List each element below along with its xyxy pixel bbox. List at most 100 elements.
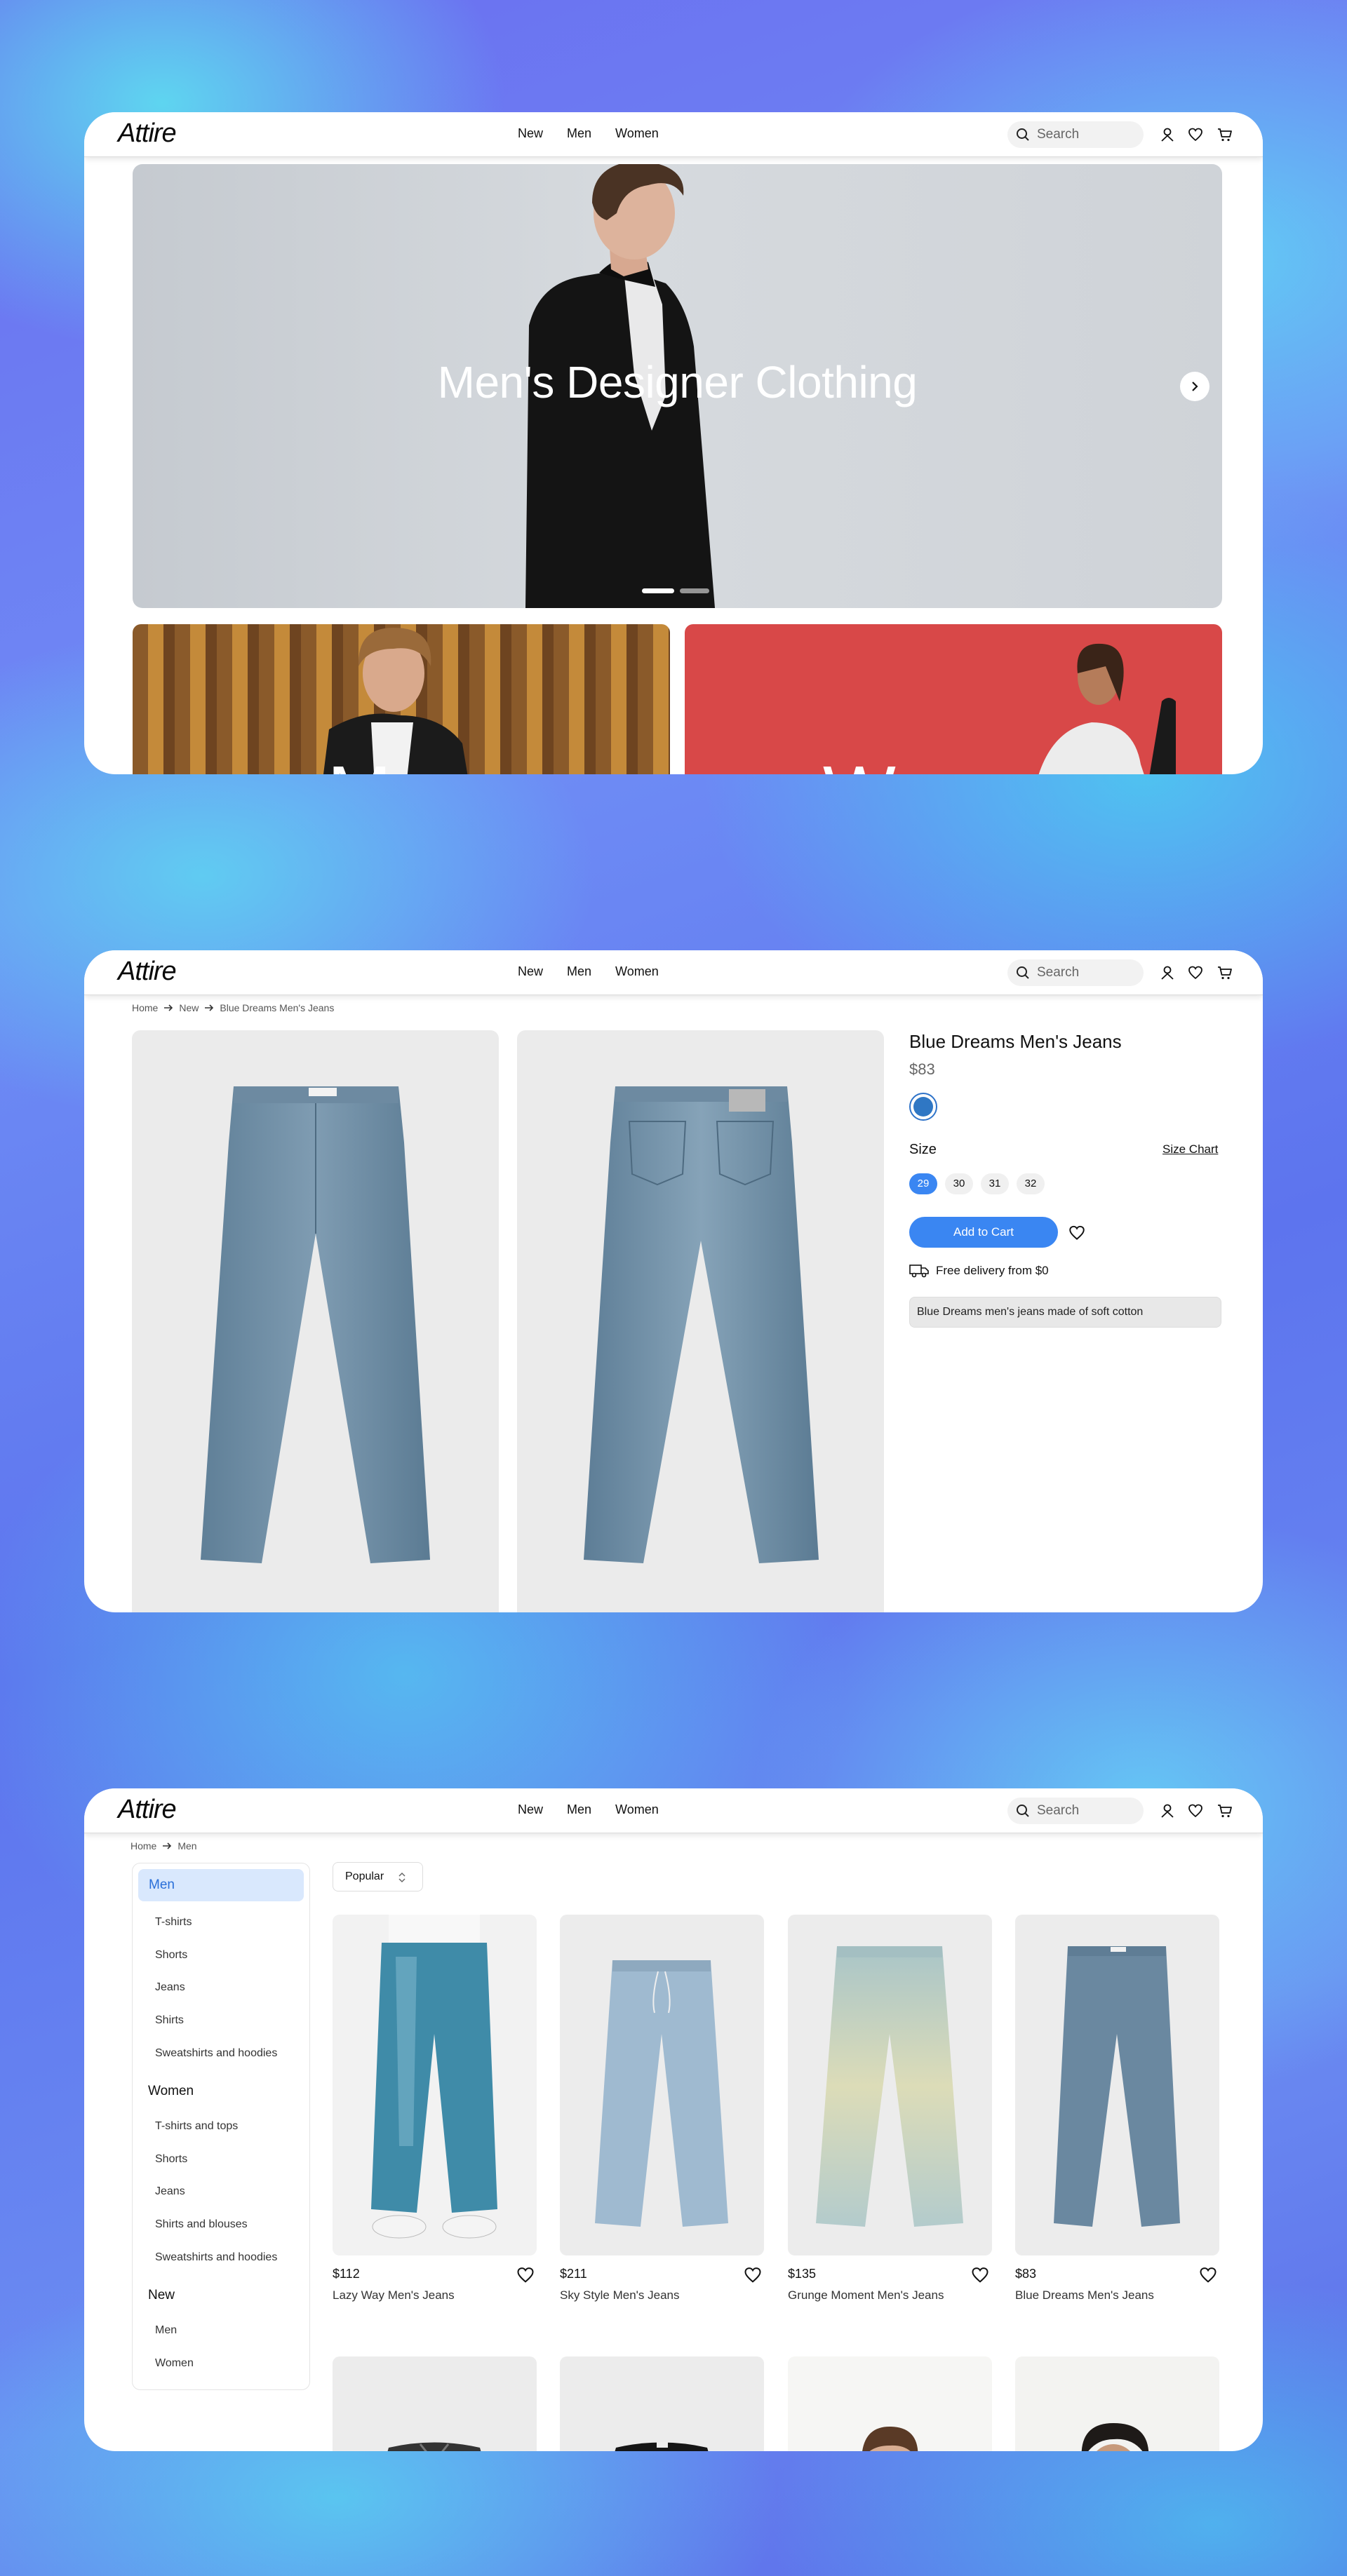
sidebar-item-new-women[interactable]: Women	[155, 2357, 194, 2370]
account-icon[interactable]	[1159, 126, 1176, 143]
sidebar-item-men-sweatshirts[interactable]: Sweatshirts and hoodies	[155, 2047, 277, 2060]
product-card-image[interactable]	[788, 2356, 992, 2451]
size-chart-link[interactable]: Size Chart	[1162, 1142, 1218, 1156]
product-name[interactable]: Grunge Moment Men's Jeans	[788, 2288, 944, 2302]
category-tile-women[interactable]: Women	[685, 624, 1222, 774]
heart-icon[interactable]	[1187, 126, 1204, 143]
main-nav: New Men Women	[518, 126, 659, 141]
cart-icon[interactable]	[1217, 964, 1233, 981]
product-image-front[interactable]	[132, 1030, 499, 1612]
search-box[interactable]	[1007, 959, 1144, 986]
carousel-dot[interactable]	[680, 588, 709, 593]
search-input[interactable]	[1037, 121, 1135, 148]
search-box[interactable]	[1007, 1798, 1144, 1824]
catalog-window: Attire New Men Women Home Men Men T-shir…	[84, 1788, 1263, 2451]
sidebar-item-men-shirts[interactable]: Shirts	[155, 2014, 184, 2027]
site-header: Attire New Men Women	[84, 1788, 1263, 1833]
patterned-shirt-image	[387, 2442, 481, 2451]
product-image-back[interactable]	[517, 1030, 884, 1612]
sidebar-heading-men[interactable]: Men	[138, 1869, 304, 1901]
nav-new[interactable]: New	[518, 126, 543, 141]
cart-icon[interactable]	[1217, 126, 1233, 143]
sidebar-heading-women[interactable]: Women	[148, 2084, 194, 2099]
hero-next-button[interactable]	[1180, 372, 1209, 401]
sidebar-item-women-tshirts[interactable]: T-shirts and tops	[155, 2120, 238, 2133]
add-to-cart-button[interactable]: Add to Cart	[909, 1217, 1058, 1248]
product-name[interactable]: Lazy Way Men's Jeans	[333, 2288, 455, 2302]
product-price: $83	[909, 1060, 935, 1078]
arrow-right-icon	[164, 1004, 173, 1011]
size-label: Size	[909, 1142, 937, 1157]
truck-icon	[909, 1265, 929, 1278]
product-price: $112	[333, 2267, 360, 2281]
size-option-31[interactable]: 31	[981, 1173, 1009, 1194]
nav-women[interactable]: Women	[615, 126, 659, 141]
account-icon[interactable]	[1159, 1802, 1176, 1819]
arrow-right-icon	[163, 1842, 172, 1849]
arrow-right-icon	[205, 1004, 214, 1011]
wishlist-heart-icon[interactable]	[970, 2265, 990, 2285]
size-option-30[interactable]: 30	[945, 1173, 973, 1194]
breadcrumb-home[interactable]: Home	[130, 1840, 156, 1852]
sidebar-item-women-sweatshirts[interactable]: Sweatshirts and hoodies	[155, 2251, 277, 2264]
search-icon	[1017, 966, 1029, 979]
nav-men[interactable]: Men	[567, 1802, 591, 1817]
nav-men[interactable]: Men	[567, 964, 591, 979]
blue-dreams-jeans-image	[1054, 1946, 1180, 2227]
sidebar-item-women-jeans[interactable]: Jeans	[155, 2185, 185, 2198]
product-card-image[interactable]	[560, 2356, 764, 2451]
tile-women-label: Women	[685, 749, 1222, 774]
color-swatch[interactable]	[909, 1093, 937, 1121]
sidebar-item-men-shorts[interactable]: Shorts	[155, 1949, 187, 1962]
search-input[interactable]	[1037, 959, 1135, 986]
product-name[interactable]: Sky Style Men's Jeans	[560, 2288, 679, 2302]
product-card-image[interactable]	[1015, 1915, 1219, 2255]
breadcrumb-home[interactable]: Home	[132, 1002, 158, 1013]
nav-women[interactable]: Women	[615, 964, 659, 979]
search-icon	[1017, 1805, 1029, 1817]
size-option-29[interactable]: 29	[909, 1173, 937, 1194]
search-box[interactable]	[1007, 121, 1144, 148]
wishlist-heart-icon[interactable]	[516, 2265, 535, 2285]
product-card-image[interactable]	[333, 1915, 537, 2255]
heart-icon[interactable]	[1187, 964, 1204, 981]
sidebar-item-men-tshirts[interactable]: T-shirts	[155, 1916, 192, 1929]
category-sidebar: Men T-shirts Shorts Jeans Shirts Sweatsh…	[132, 1863, 310, 2390]
hero-title: Men's Designer Clothing	[437, 357, 918, 407]
sidebar-item-women-shorts[interactable]: Shorts	[155, 2153, 187, 2166]
sidebar-heading-new[interactable]: New	[148, 2288, 175, 2303]
hero-banner[interactable]: Men's Designer Clothing	[133, 164, 1222, 608]
product-card-image[interactable]	[560, 1915, 764, 2255]
breadcrumb-current: Blue Dreams Men's Jeans	[220, 1002, 335, 1013]
sidebar-item-men-jeans[interactable]: Jeans	[155, 1981, 185, 1994]
cart-icon[interactable]	[1217, 1802, 1233, 1819]
heart-icon[interactable]	[1187, 1802, 1204, 1819]
sidebar-item-women-shirts[interactable]: Shirts and blouses	[155, 2218, 248, 2231]
wishlist-heart-icon[interactable]	[1198, 2265, 1218, 2285]
product-name[interactable]: Blue Dreams Men's Jeans	[1015, 2288, 1154, 2302]
product-description: Blue Dreams men's jeans made of soft cot…	[909, 1297, 1221, 1328]
wishlist-heart-icon[interactable]	[1068, 1224, 1086, 1242]
carousel-dot-active[interactable]	[642, 588, 674, 593]
nav-new[interactable]: New	[518, 964, 543, 979]
breadcrumb: Home New Blue Dreams Men's Jeans	[132, 1002, 334, 1013]
site-header: Attire New Men Women	[84, 112, 1263, 157]
nav-new[interactable]: New	[518, 1802, 543, 1817]
product-card-image[interactable]	[1015, 2356, 1219, 2451]
product-card-image[interactable]	[788, 1915, 992, 2255]
breadcrumb-current: Men	[177, 1840, 197, 1852]
nav-women[interactable]: Women	[615, 1802, 659, 1817]
logo[interactable]: Attire	[118, 957, 177, 987]
size-option-32[interactable]: 32	[1017, 1173, 1045, 1194]
logo[interactable]: Attire	[118, 1795, 177, 1825]
nav-men[interactable]: Men	[567, 126, 591, 141]
search-input[interactable]	[1037, 1798, 1135, 1824]
breadcrumb-new[interactable]: New	[179, 1002, 199, 1013]
wishlist-heart-icon[interactable]	[743, 2265, 763, 2285]
product-card-image[interactable]	[333, 2356, 537, 2451]
sort-dropdown[interactable]: Popular	[333, 1862, 423, 1891]
logo[interactable]: Attire	[118, 119, 177, 149]
sidebar-item-new-men[interactable]: Men	[155, 2324, 177, 2337]
category-tile-men[interactable]: Men	[133, 624, 670, 774]
account-icon[interactable]	[1159, 964, 1176, 981]
